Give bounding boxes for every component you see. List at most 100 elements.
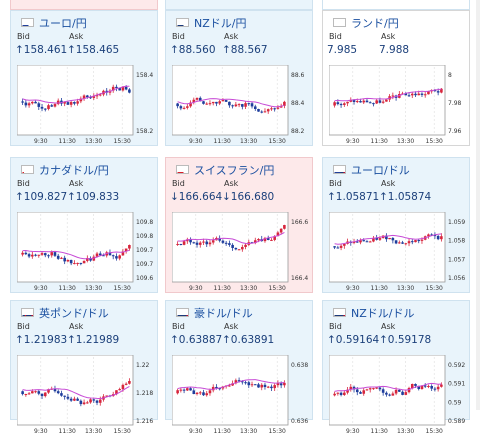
candle-body (283, 225, 286, 229)
candle-body (24, 252, 28, 255)
chart-container[interactable]: 109.85 109.8 109.75 109.7 109.65 9:30 11:30 13:… (17, 212, 153, 292)
currency-pair-link[interactable]: 英ポンド/ドル (39, 305, 109, 321)
ask-label: Ask (381, 322, 396, 331)
candle-body (124, 383, 128, 385)
candle-body (47, 255, 50, 257)
candle-body (21, 101, 24, 103)
y-tick-label: 166.6 (291, 219, 308, 226)
previous-row-card (165, 0, 313, 10)
candle-body (53, 252, 57, 256)
x-tick-label: 9:30 (346, 138, 360, 145)
ask-label: Ask (69, 322, 84, 331)
rate-card[interactable]: カナダドル/円BidAsk↑109.827↑109.833109.85109.8… (10, 157, 158, 293)
candle-body (21, 391, 24, 395)
candle-body (182, 241, 186, 245)
candle-body (76, 262, 79, 264)
chart-container[interactable]: 1.22 1.218 1.216 9:30 11:30 13:30 15:30 (17, 355, 153, 435)
au-us-flag-icon (176, 308, 189, 317)
bid-label: Bid (172, 179, 185, 188)
x-tick-label: 11:30 (214, 428, 231, 435)
currency-pair-link[interactable]: ユーロ/円 (39, 15, 87, 31)
candle-body (66, 259, 70, 262)
candle-body (34, 254, 37, 256)
y-tick-label: 8 (448, 72, 452, 79)
rate-card[interactable]: ユーロ/ドル Bid Ask ↑1.05871 ↑1.05874 1.059 1.058 1.… (322, 157, 470, 293)
candle-body (378, 238, 382, 240)
candle-body (398, 242, 401, 244)
rate-card[interactable]: ランド/円 Bid Ask 7.985 7.988 8 7.98 7.96 9:30 11:30 1… (322, 10, 470, 146)
bid-value: ↑0.59164 (327, 334, 380, 346)
candle-body (63, 257, 66, 262)
candle-body (73, 102, 76, 104)
chart-container[interactable]: 8 7.98 7.96 9:30 11:30 13:30 15:30 (329, 65, 465, 145)
plot-area (329, 212, 446, 283)
previous-row-card (10, 0, 158, 10)
currency-pair-link[interactable]: 豪ドル/ドル (194, 305, 253, 321)
candle-body (339, 104, 343, 106)
currency-pair-link[interactable]: カナダドル/円 (39, 162, 109, 178)
candle-body (273, 108, 276, 110)
chart-container[interactable]: 88.6 88.4 88.2 9:30 11:30 13:30 15:30 (172, 65, 308, 145)
candle-body (414, 240, 417, 243)
candle-body (266, 109, 270, 112)
rate-card[interactable]: NZドル/ドル Bid Ask ↑0.59164 ↑0.59178 0.592 0.591 0… (322, 300, 470, 435)
y-tick-label: 1.056 (448, 275, 465, 282)
chart-container[interactable]: 1.059 1.058 1.057 1.056 9:30 11:30 13:30 15:30 (329, 212, 465, 292)
candle-body (368, 388, 372, 390)
rate-card[interactable]: スイスフラン/円 Bid Ask ↓166.664 ↓166.680 166.6 166.4… (165, 157, 313, 293)
ask-value: ↑1.21989 (67, 334, 120, 346)
candle-body (241, 246, 244, 250)
x-tick-label: 13:30 (397, 138, 414, 145)
candle-body (440, 236, 443, 240)
candle-body (128, 381, 131, 384)
candle-body (231, 105, 234, 107)
scrollbar[interactable] (476, 0, 480, 410)
rate-card[interactable]: 英ポンド/ドル Bid Ask ↑1.21983 ↑1.21989 1.22 1.218 1.… (10, 300, 158, 435)
x-tick-label: 13:30 (240, 428, 257, 435)
candle-body (440, 384, 443, 387)
chart-container[interactable]: 0.592 0.591 0.59 0.589 9:30 11:30 13:30 15:30 (329, 355, 465, 435)
candle-body (189, 388, 192, 391)
y-tick-label: 1.058 (448, 238, 465, 245)
candle-body (333, 393, 336, 396)
bid-value: ↓166.664 (170, 191, 223, 203)
candle-body (423, 385, 427, 387)
candle-body (118, 389, 121, 391)
bid-label: Bid (329, 32, 342, 41)
rate-card[interactable]: ユーロ/円 Bid Ask ↑158.461 ↑158.465 158.4 158.2 9:3… (10, 10, 158, 146)
candle-body (27, 103, 31, 106)
candle-body (79, 400, 83, 405)
candle-body (176, 103, 179, 107)
candle-body (270, 108, 273, 110)
x-tick-label: 15:30 (269, 428, 286, 435)
rate-card[interactable]: 豪ドル/ドル Bid Ask ↑0.63887 ↑0.63891 0.638 0.636 9:… (165, 300, 313, 435)
candle-body (244, 382, 247, 384)
candle-body (283, 382, 286, 386)
rate-card[interactable]: NZドル/円 Bid Ask ↑88.560 ↑88.567 88.6 88.4 88.2 9:… (165, 10, 313, 146)
y-tick-label: 109.65 (136, 275, 153, 282)
candle-body (37, 103, 41, 107)
currency-pair-link[interactable]: NZドル/ドル (351, 305, 414, 321)
candle-body (336, 102, 340, 105)
candle-body (128, 245, 131, 249)
currency-pair-link[interactable]: スイスフラン/円 (194, 162, 274, 178)
candle-body (195, 242, 199, 245)
candle-body (40, 106, 44, 109)
chart-container[interactable]: 166.6 166.4 9:30 11:30 13:30 15:30 (172, 212, 308, 292)
candle-body (244, 103, 247, 107)
candle-body (276, 107, 280, 109)
currency-pair-link[interactable]: NZドル/円 (194, 15, 246, 31)
chart-container[interactable]: 158.4 158.2 9:30 11:30 13:30 15:30 (17, 65, 153, 145)
candle-body (128, 89, 131, 93)
candle-body (368, 241, 372, 243)
candle-body (182, 107, 186, 109)
x-tick-label: 9:30 (189, 138, 203, 145)
currency-pair-link[interactable]: ランド/円 (351, 15, 399, 31)
plot-area (172, 212, 289, 283)
currency-pair-link[interactable]: ユーロ/ドル (351, 162, 410, 178)
ask-label: Ask (381, 179, 396, 188)
x-tick-label: 15:30 (114, 428, 131, 435)
candle-body (53, 104, 57, 107)
candle-body (205, 241, 209, 245)
chart-container[interactable]: 0.638 0.636 9:30 11:30 13:30 15:30 (172, 355, 308, 435)
